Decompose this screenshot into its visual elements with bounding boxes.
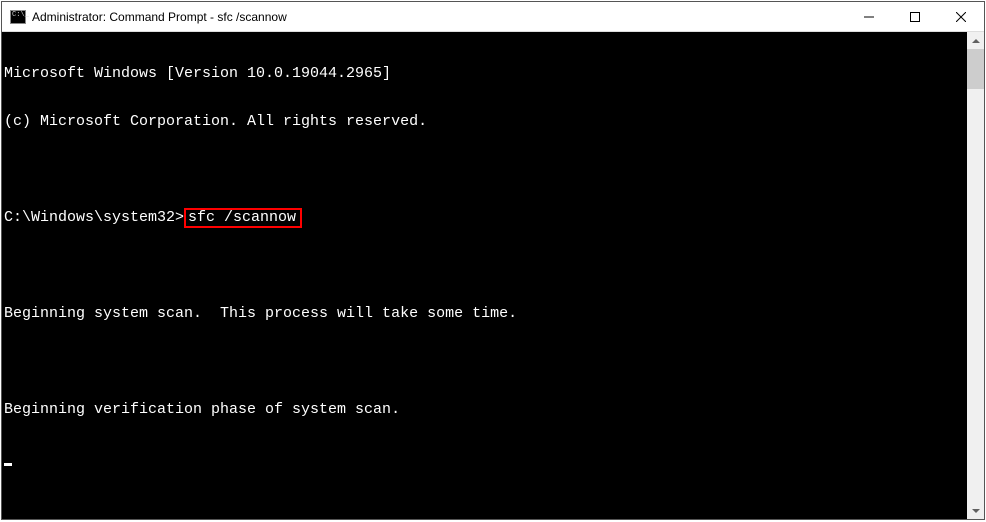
- output-blank: [4, 354, 967, 370]
- scroll-thumb[interactable]: [967, 49, 984, 89]
- maximize-button[interactable]: [892, 2, 938, 31]
- command-line: C:\Windows\system32>sfc /scannow: [4, 210, 967, 226]
- window-controls: [846, 2, 984, 31]
- output-line: Beginning verification phase of system s…: [4, 402, 967, 418]
- cursor: [4, 463, 12, 466]
- output-blank: [4, 258, 967, 274]
- command-prompt-window: Administrator: Command Prompt - sfc /sca…: [1, 1, 985, 520]
- command-highlight: sfc /scannow: [184, 208, 302, 228]
- scroll-down-button[interactable]: [967, 502, 984, 519]
- cursor-line: [4, 450, 967, 466]
- output-blank: [4, 162, 967, 178]
- output-line: Beginning system scan. This process will…: [4, 306, 967, 322]
- terminal-area: Microsoft Windows [Version 10.0.19044.29…: [2, 32, 984, 519]
- vertical-scrollbar[interactable]: [967, 32, 984, 519]
- prompt-text: C:\Windows\system32>: [4, 210, 184, 226]
- scroll-up-button[interactable]: [967, 32, 984, 49]
- terminal-output[interactable]: Microsoft Windows [Version 10.0.19044.29…: [2, 32, 967, 519]
- cmd-icon: [10, 10, 26, 24]
- close-button[interactable]: [938, 2, 984, 31]
- window-title: Administrator: Command Prompt - sfc /sca…: [32, 10, 846, 24]
- minimize-button[interactable]: [846, 2, 892, 31]
- output-line: (c) Microsoft Corporation. All rights re…: [4, 114, 967, 130]
- titlebar[interactable]: Administrator: Command Prompt - sfc /sca…: [2, 2, 984, 32]
- command-text: sfc /scannow: [188, 209, 296, 226]
- output-line: Microsoft Windows [Version 10.0.19044.29…: [4, 66, 967, 82]
